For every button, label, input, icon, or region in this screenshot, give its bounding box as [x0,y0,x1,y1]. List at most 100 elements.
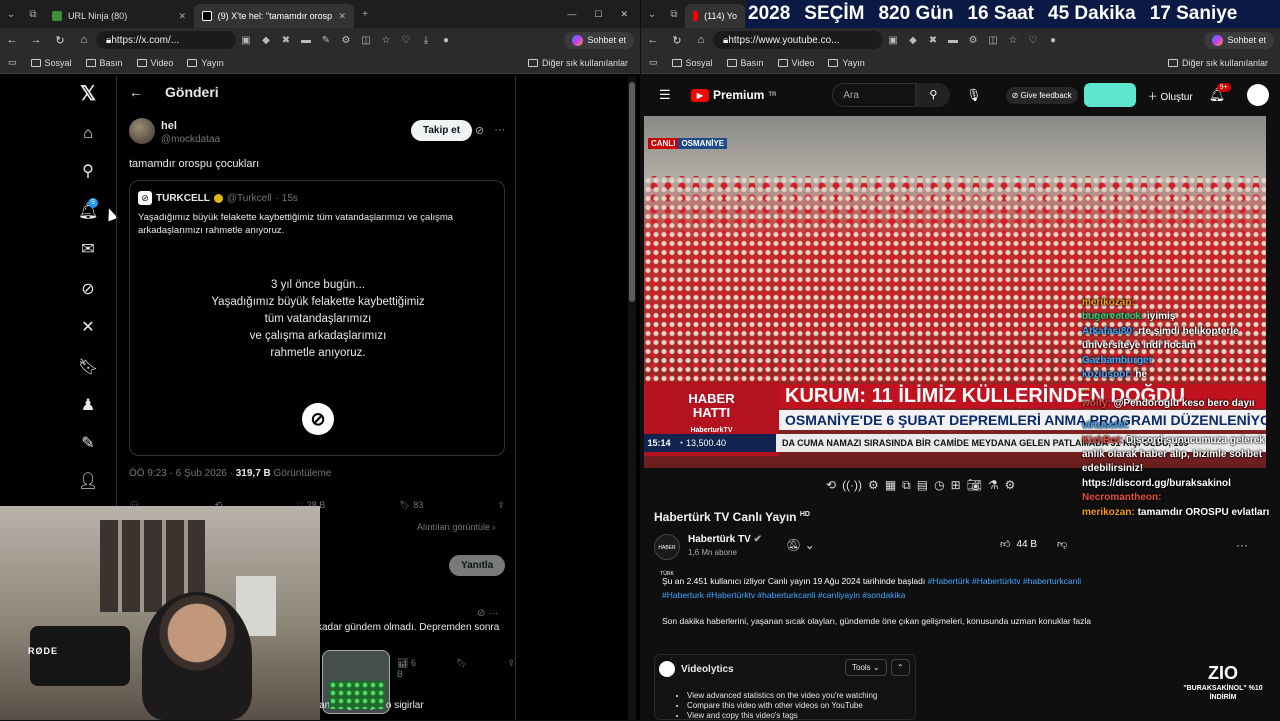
extension-icon[interactable]: ✎ [316,35,336,46]
other-bookmarks[interactable]: Diğer sık kullanılanlar [1167,58,1268,68]
extension-icon[interactable]: ▬ [296,35,316,46]
favorites-icon[interactable]: ☆ [376,35,396,46]
split-screen-icon[interactable]: ◫ [356,35,376,46]
home-icon[interactable]: ⌂ [689,34,713,46]
search-icon[interactable]: ⚲ [78,162,98,182]
communities-icon[interactable]: ♟ [78,396,98,416]
bookmark-folder[interactable]: Sosyal [671,58,713,68]
more-icon[interactable]: ··· [1236,538,1248,552]
bookmark-folder[interactable]: Video [136,58,173,68]
avatar[interactable] [1247,84,1270,106]
profile-avatar-icon[interactable]: ● [1043,35,1063,46]
profile-avatar-icon[interactable]: ● [436,35,456,46]
scrollbar[interactable] [628,76,636,720]
flask-icon[interactable]: ⚗ [988,478,999,493]
more-icon[interactable]: ··· [494,124,505,137]
extension-icon[interactable]: ✖ [923,35,943,46]
reply-button[interactable]: Yanıtla [449,555,506,576]
profile-icon[interactable]: 👤︎ [78,472,98,492]
refresh-icon[interactable]: ↻ [48,34,72,47]
mic-icon[interactable]: 🎙︎ [966,88,981,102]
close-tab-icon[interactable]: ✕ [338,11,346,22]
settings-icon[interactable]: ⚙ [1005,478,1016,493]
reading-list-icon[interactable]: ▭ [649,57,658,68]
notifications-icon[interactable]: 🔔︎ 9+ [1209,83,1231,103]
view-quotes-link[interactable]: Alıntıları görüntüle › [417,522,496,532]
extension-icon[interactable]: ▣ [236,35,256,46]
extension-toggle[interactable] [1083,83,1136,107]
tab-url-ninja[interactable]: URL Ninja (80) ✕ [44,4,194,28]
tab-youtube[interactable]: (114) Yo [685,4,745,28]
screenshot-icon[interactable]: 📷︎ [967,478,982,493]
collections-icon[interactable]: ♡ [1023,35,1043,46]
back-icon[interactable]: ← [0,34,24,46]
minimize-icon[interactable]: — [567,9,576,20]
views-icon[interactable]: 📊︎ 6 B [397,658,416,679]
extension-icon[interactable]: ◆ [903,35,923,46]
new-tab-icon[interactable]: + [354,9,376,20]
back-icon[interactable]: ← [641,34,665,46]
x-logo-icon[interactable]: 𝕏 [78,84,98,104]
reading-list-icon[interactable]: ▭ [8,57,17,68]
extension-icon[interactable]: ⚙ [963,35,983,46]
forward-icon[interactable]: → [24,34,48,46]
bookmark-folder[interactable]: Basın [726,58,764,68]
collapse-icon[interactable]: ⌃ [891,659,910,676]
close-window-icon[interactable]: ✕ [620,9,628,20]
tab-actions-icon[interactable]: ⌄ [0,9,22,20]
bookmark-icon[interactable]: 🔖︎ [78,358,98,378]
bookmark-folder[interactable]: Sosyal [30,58,72,68]
share-icon[interactable]: ⇪ [497,500,505,511]
author-handle[interactable]: @mockdataa [161,134,220,145]
favorites-icon[interactable]: ☆ [1003,35,1023,46]
pip-icon[interactable]: ⧉ [902,478,911,493]
url-field[interactable]: 🔒︎ https://www.youtube.co... [713,31,883,49]
premium-icon[interactable]: ✎ [78,434,98,454]
menu-icon[interactable]: ☰ [659,87,671,103]
follow-button[interactable]: Takip et [411,120,473,141]
channel-avatar[interactable]: HABER TÜRK [654,534,680,577]
author-name[interactable]: hel [161,120,177,132]
refresh-icon[interactable]: ↻ [665,34,689,47]
tab-x-post[interactable]: (9) X'te hel: "tamamdır orospu ço... ✕ [194,4,354,28]
youtube-logo[interactable]: ▶ Premium TR [691,88,776,102]
extension-icon[interactable]: ⚙ [336,35,356,46]
subscription-bell-icon[interactable]: 🔕︎ ⌄ [786,538,815,552]
more-icon[interactable]: ··· [488,608,498,619]
workspaces-icon[interactable]: ⧉ [22,9,44,20]
grok-icon[interactable]: ⊘ [477,608,485,619]
like-button[interactable]: 👍︎ 44 B 👎︎ [1000,538,1067,551]
bookmark-folder[interactable]: Basın [85,58,123,68]
avatar[interactable] [129,118,155,144]
create-button[interactable]: ＋ Oluştur [1148,88,1193,103]
extension-icon[interactable]: ▬ [943,35,963,46]
bookmark-folder[interactable]: Video [777,58,814,68]
scrollbar-thumb[interactable] [629,82,635,302]
copilot-button[interactable]: Sohbet et [564,31,634,49]
stats-icon[interactable]: ⚙ [868,478,879,493]
grok-icon[interactable]: ⊘ [475,124,484,137]
tools-dropdown[interactable]: Tools ⌄ [845,659,887,676]
downloads-icon[interactable]: ⤓ [416,35,436,46]
extension-icon[interactable]: ✖ [276,35,296,46]
workspaces-icon[interactable]: ⧉ [663,9,685,20]
speed-icon[interactable]: ◷ [934,478,944,493]
quoted-post[interactable]: ⊘ TURKCELL @Turkcell · 15s Yaşadığımız b… [129,180,505,456]
other-bookmarks[interactable]: Diğer sık kullanılanlar [527,58,628,68]
home-icon[interactable]: ⌂ [78,124,98,144]
channel-name[interactable]: Habertürk TV ✔ [688,534,762,545]
grok-icon[interactable]: ⊘ [78,280,98,300]
bookmark-button[interactable]: 🔖︎ 83 [399,500,423,511]
extension-icon[interactable]: ▣ [883,35,903,46]
collections-icon[interactable]: ♡ [396,35,416,46]
back-arrow-icon[interactable]: ← [129,84,143,100]
loop-icon[interactable]: ⟲ [826,478,836,493]
bookmark-folder[interactable]: Yayın [828,58,865,68]
tab-actions-icon[interactable]: ⌄ [641,9,663,20]
description-tags[interactable]: #Haberturk #Habertürktv #haberturkcanli … [662,590,905,600]
give-feedback-button[interactable]: ⊘ Give feedback [1005,86,1078,104]
share-icon[interactable]: ⇪ [507,658,515,679]
maximize-icon[interactable]: ☐ [594,9,602,20]
cinema-icon[interactable]: ▦ [885,478,896,493]
bookmark-icon[interactable]: 🔖︎ [456,658,467,679]
